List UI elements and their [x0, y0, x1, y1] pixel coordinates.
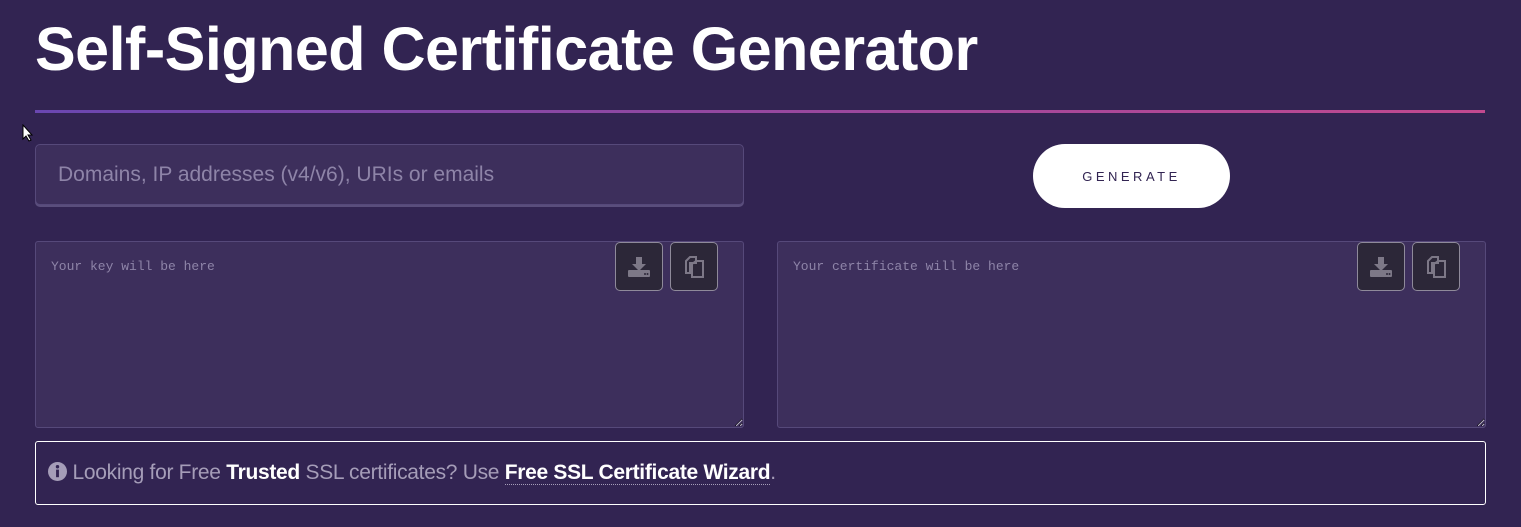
mouse-cursor-icon — [22, 124, 34, 142]
page-title: Self-Signed Certificate Generator — [35, 15, 978, 83]
notice-text: . — [770, 461, 776, 484]
notice-text: Looking for Free — [72, 461, 227, 484]
download-key-button[interactable] — [615, 242, 663, 291]
notice-bold: Trusted — [226, 461, 300, 484]
copy-key-button[interactable] — [670, 242, 718, 291]
download-icon — [1370, 256, 1392, 277]
divider — [35, 110, 1485, 113]
domains-input[interactable] — [35, 144, 744, 205]
generate-button[interactable]: GENERATE — [1033, 144, 1230, 208]
copy-icon — [1427, 255, 1446, 278]
download-certificate-button[interactable] — [1357, 242, 1405, 291]
download-icon — [628, 256, 650, 277]
copy-icon — [685, 255, 704, 278]
copy-certificate-button[interactable] — [1412, 242, 1460, 291]
info-notice: Looking for Free Trusted SSL certificate… — [35, 441, 1486, 505]
ssl-wizard-link[interactable]: Free SSL Certificate Wizard — [504, 461, 771, 485]
info-icon — [48, 462, 67, 481]
notice-text: SSL certificates? Use — [299, 461, 505, 484]
